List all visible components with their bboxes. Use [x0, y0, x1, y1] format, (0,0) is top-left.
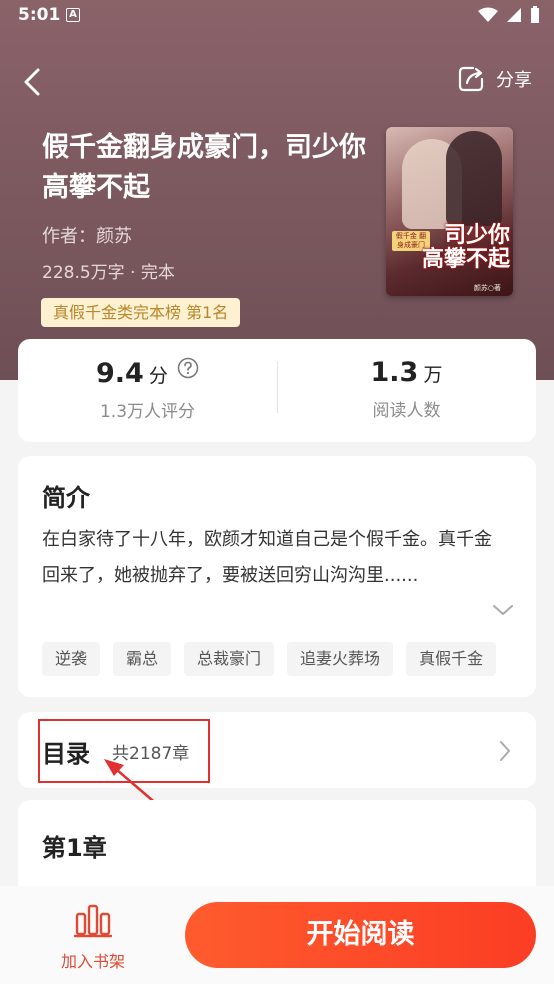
share-icon	[458, 66, 484, 92]
bookshelf-icon	[73, 904, 113, 938]
cover-figure-man	[446, 131, 502, 226]
stats-card: 9.4 分 1.3万人评分 1.3 万 阅读人数	[18, 339, 536, 442]
back-button[interactable]	[18, 62, 50, 102]
chapter-preview-card[interactable]: 第1章	[18, 800, 536, 900]
chevron-left-icon	[24, 68, 40, 96]
intro-heading: 简介	[42, 484, 90, 512]
tag-list: 逆袭 霸总 总裁豪门 追妻火葬场 真假千金	[42, 642, 497, 676]
start-reading-button[interactable]: 开始阅读	[185, 902, 536, 968]
tag-item[interactable]: 总裁豪门	[184, 642, 275, 676]
tag-item[interactable]: 霸总	[113, 642, 172, 676]
expand-chevron-down-icon[interactable]	[492, 602, 514, 621]
notification-a-icon: A	[66, 8, 80, 22]
share-button[interactable]: 分享	[456, 64, 532, 94]
score-unit: 分	[148, 365, 168, 387]
tag-item[interactable]: 真假千金	[406, 642, 497, 676]
cover-title: 司少你 高攀不起	[400, 223, 510, 271]
rank-badge[interactable]: 真假千金类完本榜 第1名	[41, 298, 241, 327]
readers-stat: 1.3 万 阅读人数	[277, 357, 536, 421]
readers-sub: 阅读人数	[372, 401, 441, 421]
book-cover-image: 假千金 翻身成豪门 司少你 高攀不起 颜苏○著	[386, 127, 513, 296]
score-stat: 9.4 分 1.3万人评分	[18, 357, 277, 422]
score-value: 9.4	[95, 358, 144, 389]
tag-item[interactable]: 追妻火葬场	[287, 642, 394, 676]
cover-title-line1: 司少你	[443, 222, 510, 248]
wifi-icon	[478, 7, 498, 22]
chapter-title: 第1章	[42, 834, 107, 862]
cover-title-line2: 高攀不起	[421, 246, 510, 272]
score-sub: 1.3万人评分	[99, 402, 196, 422]
cover-signature: 颜苏○著	[473, 284, 501, 292]
tag-item[interactable]: 逆袭	[42, 642, 101, 676]
book-title: 假千金翻身成豪门，司少你高攀不起	[42, 132, 366, 203]
status-icons	[478, 6, 540, 24]
status-bar: 5:01 A	[0, 0, 554, 32]
intro-card: 简介 在白家待了十八年，欧颜才知道自己是个假千金。真千金回来了，她被抛弃了，要被…	[18, 456, 536, 697]
share-label: 分享	[496, 70, 532, 91]
book-author[interactable]: 作者：颜苏	[42, 222, 132, 248]
bottom-action-bar: 加入书架 开始阅读	[0, 886, 554, 984]
readers-unit: 万	[423, 364, 443, 386]
add-to-shelf-label: 加入书架	[60, 952, 125, 971]
readers-value: 1.3	[370, 357, 419, 388]
battery-icon	[531, 6, 539, 23]
intro-text[interactable]: 在白家待了十八年，欧颜才知道自己是个假千金。真千金回来了，她被抛弃了，要被送回穷…	[42, 522, 502, 594]
status-time: 5:01	[18, 5, 61, 25]
signal-icon	[507, 8, 521, 22]
book-meta: 228.5万字 · 完本	[42, 263, 175, 283]
chevron-right-icon	[498, 740, 512, 766]
add-to-shelf-button[interactable]: 加入书架	[52, 902, 134, 972]
question-icon[interactable]	[177, 357, 199, 383]
